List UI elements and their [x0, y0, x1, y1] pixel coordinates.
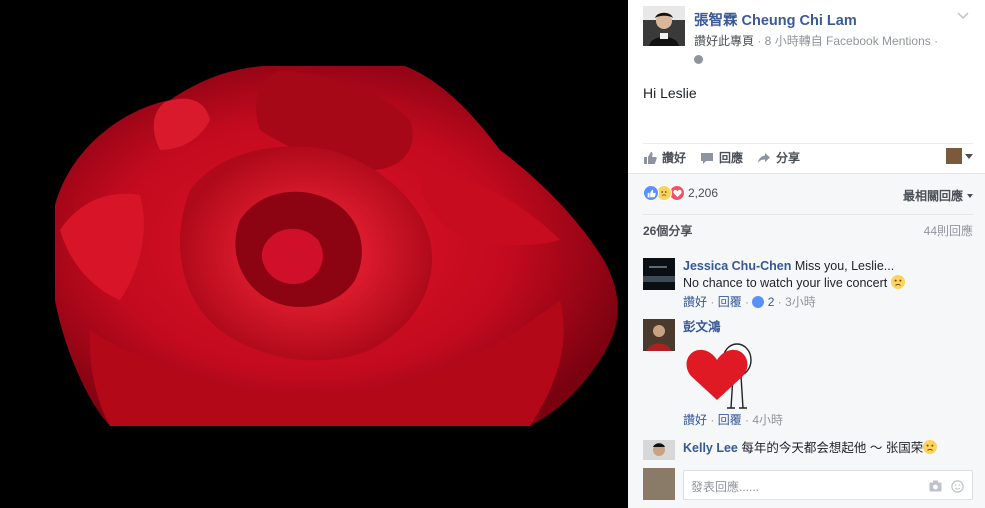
comment-text: 每年的今天都会想起他 ～ 张国荣: [737, 441, 924, 455]
share-count[interactable]: 26個分享: [643, 222, 692, 239]
like-button-label: 讚好: [662, 151, 687, 165]
photo-area[interactable]: [0, 0, 628, 508]
comment-button-label: 回應: [719, 151, 744, 165]
photo-viewer: 張智霖 Cheung Chi Lam 讚好此專頁 · 8 小時轉自 Facebo…: [0, 0, 985, 508]
heart-sticker[interactable]: [683, 336, 973, 410]
share-button[interactable]: 分享: [757, 149, 800, 166]
comment-time[interactable]: 3小時: [785, 295, 816, 309]
comment-item: Kelly Lee 每年的今天都会想起他 ～ 张国荣: [643, 440, 973, 464]
comment-like-link[interactable]: 讚好: [683, 295, 707, 309]
comment-text: No chance to watch your live concert: [683, 276, 891, 290]
emoji-icon[interactable]: [951, 480, 964, 493]
feedback-counts: 26個分享 44則回應: [643, 214, 973, 246]
comment-author[interactable]: Kelly Lee: [683, 441, 738, 455]
comment-body: 彭文鴻 讚好 · 回覆 · 4小時: [683, 319, 973, 428]
comment-order-selector[interactable]: 最相關回應: [903, 187, 973, 204]
rose-photo: [0, 0, 628, 508]
like-reaction-icon: [752, 296, 765, 308]
comment-actions: 讚好 · 回覆 · 2 · 3小時: [683, 295, 816, 309]
share-button-label: 分享: [776, 151, 801, 165]
comment-count[interactable]: 44則回應: [924, 222, 973, 239]
composer-tools: [920, 480, 964, 493]
comment-input[interactable]: 發表回應......: [683, 470, 973, 500]
thumbs-up-icon: [644, 151, 657, 164]
commenter-avatar[interactable]: [643, 440, 675, 460]
comment-reply-link[interactable]: 回覆: [718, 295, 742, 309]
sad-emoji-icon: [890, 275, 905, 289]
commenter-avatar[interactable]: [643, 319, 675, 351]
reaction-count: 2,206: [688, 186, 719, 200]
reactions-summary[interactable]: 2,206: [643, 185, 718, 201]
comment-author[interactable]: Jessica Chu-Chen: [683, 259, 791, 273]
comment-item: Jessica Chu-Chen Miss you, Leslie... No …: [643, 258, 973, 314]
camera-icon[interactable]: [929, 480, 942, 492]
commenter-avatar[interactable]: [643, 258, 675, 290]
post-meta-text: · 8 小時轉自 Facebook Mentions ·: [754, 34, 939, 48]
post-sidebar: 張智霖 Cheung Chi Lam 讚好此專頁 · 8 小時轉自 Facebo…: [628, 0, 985, 508]
like-button[interactable]: 讚好: [643, 149, 686, 166]
feedback-area: 2,206 最相關回應 26個分享 44則回應 Jessica Chu-Chen…: [628, 173, 985, 508]
post-actions: 讚好 回應 分享: [643, 143, 973, 171]
comment-like-count[interactable]: 2: [768, 295, 775, 309]
sad-emoji-icon: [923, 440, 938, 454]
chevron-down-icon[interactable]: [957, 8, 969, 23]
comment-body: Kelly Lee 每年的今天都会想起他 ～ 张国荣: [683, 440, 973, 457]
page-avatar[interactable]: [643, 6, 685, 46]
comment-author[interactable]: 彭文鴻: [683, 320, 721, 334]
caret-down-icon: [967, 193, 973, 198]
share-as-avatar: [946, 148, 962, 164]
comment-text: Miss you, Leslie...: [791, 259, 895, 273]
comment-order-label: 最相關回應: [902, 189, 963, 203]
share-as-selector[interactable]: [946, 148, 973, 164]
comment-item: 彭文鴻 讚好 · 回覆 · 4小時: [643, 319, 973, 434]
caret-down-icon: [965, 153, 973, 159]
post-text: Hi Leslie: [643, 85, 697, 101]
like-page-link[interactable]: 讚好此專頁: [694, 34, 754, 48]
comment-input-placeholder: 發表回應......: [691, 480, 760, 494]
comment-icon: [701, 152, 714, 164]
post-header: 張智霖 Cheung Chi Lam 讚好此專頁 · 8 小時轉自 Facebo…: [628, 0, 985, 165]
like-reaction-icon: [643, 185, 659, 201]
comment-button[interactable]: 回應: [700, 149, 743, 166]
comment-composer: 發表回應......: [643, 468, 973, 502]
share-icon: [758, 152, 771, 163]
current-user-avatar: [643, 468, 675, 500]
globe-icon: [694, 55, 703, 64]
page-name[interactable]: 張智霖 Cheung Chi Lam: [694, 9, 857, 30]
comment-body: Jessica Chu-Chen Miss you, Leslie... No …: [683, 258, 973, 310]
post-meta: 讚好此專頁 · 8 小時轉自 Facebook Mentions ·: [694, 32, 964, 68]
